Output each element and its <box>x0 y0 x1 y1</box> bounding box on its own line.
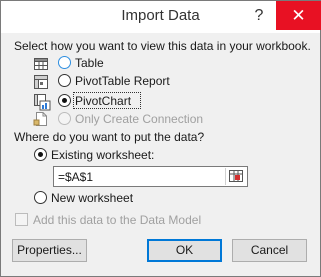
table-option-label[interactable]: Table <box>75 56 104 70</box>
new-worksheet-label[interactable]: New worksheet <box>51 191 133 205</box>
close-button[interactable]: ✕ <box>276 1 321 30</box>
table-icon <box>33 56 49 72</box>
location-prompt: Where do you want to put the data? <box>14 130 205 144</box>
import-data-dialog: Import Data ? ✕ Select how you want to v… <box>0 0 321 277</box>
view-prompt: Select how you want to view this data in… <box>14 39 311 53</box>
table-radio[interactable] <box>58 56 71 69</box>
help-button[interactable]: ? <box>246 3 272 29</box>
data-model-label: Add this data to the Data Model <box>33 213 202 227</box>
pivotchart-option-label[interactable]: PivotChart <box>75 94 131 108</box>
pivotchart-icon <box>33 93 51 111</box>
new-worksheet-radio[interactable] <box>34 191 47 204</box>
pivottable-icon <box>33 74 49 90</box>
radio-selected-dot <box>62 98 67 103</box>
collapse-dialog-button[interactable] <box>225 168 246 185</box>
pivottable-radio[interactable] <box>58 74 71 87</box>
data-model-checkbox[interactable] <box>15 213 28 226</box>
ok-button[interactable]: OK <box>147 239 222 262</box>
connection-radio[interactable] <box>58 112 71 125</box>
pivotchart-radio[interactable] <box>58 94 71 107</box>
existing-worksheet-radio[interactable] <box>34 148 47 161</box>
radio-selected-dot <box>38 152 43 157</box>
connection-icon <box>33 111 49 127</box>
dialog-title: Import Data <box>121 7 200 24</box>
properties-button[interactable]: Properties... <box>12 239 87 262</box>
reference-input[interactable] <box>58 169 218 184</box>
connection-option-label: Only Create Connection <box>75 112 204 126</box>
pivottable-option-label[interactable]: PivotTable Report <box>75 74 170 88</box>
range-select-icon <box>229 170 243 182</box>
cancel-button[interactable]: Cancel <box>232 239 307 262</box>
reference-field[interactable] <box>53 166 248 187</box>
existing-worksheet-label[interactable]: Existing worksheet: <box>51 148 154 162</box>
title-bar: Import Data ? ✕ <box>1 1 321 33</box>
